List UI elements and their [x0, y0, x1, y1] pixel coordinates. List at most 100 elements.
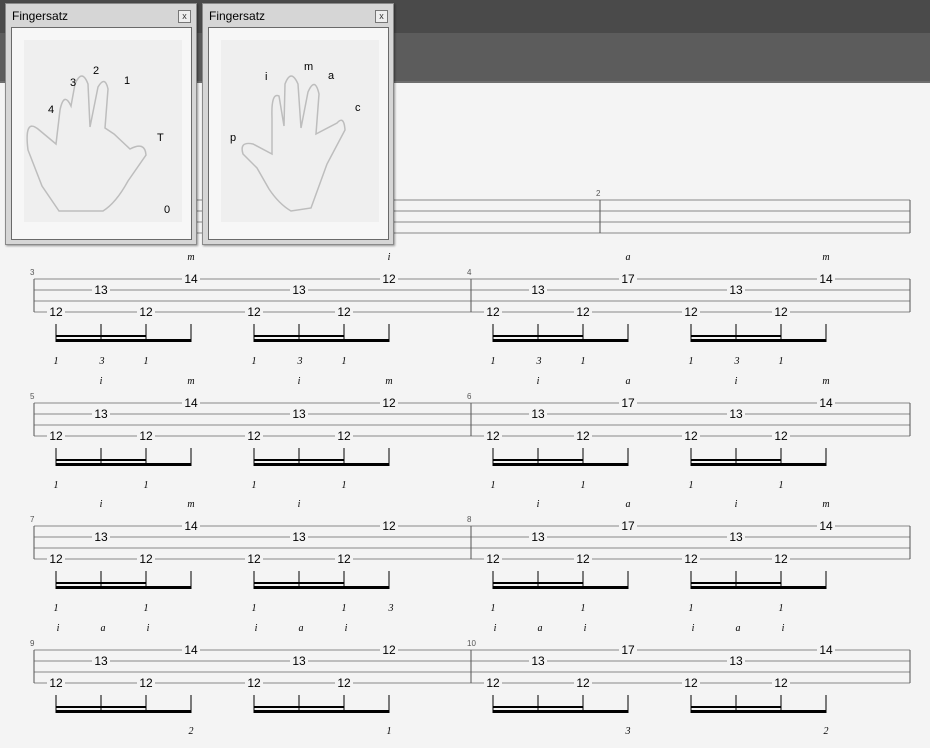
fret-number: 13 — [94, 654, 108, 668]
right-hand-finger: i — [298, 376, 301, 387]
fret-number: 12 — [49, 676, 63, 690]
left-hand-finger: 1 — [252, 480, 257, 491]
finger-label: 0 — [164, 204, 171, 216]
fret-number: 12 — [247, 552, 261, 566]
fret-number: 12 — [382, 396, 396, 410]
finger-label: i — [265, 71, 268, 83]
beam — [254, 582, 344, 584]
right-hand-finger: i — [782, 623, 785, 634]
beam — [493, 339, 628, 342]
beam — [56, 339, 191, 342]
beam — [56, 710, 191, 713]
beam — [493, 335, 583, 337]
fret-number: 12 — [684, 305, 698, 319]
beam — [493, 582, 583, 584]
panel-title: Fingersatz — [209, 9, 266, 23]
measure-number: 2 — [596, 189, 601, 198]
right-hand-finger: i — [345, 623, 348, 634]
fret-number: 13 — [531, 283, 545, 297]
measure-number: 4 — [467, 268, 472, 277]
beam — [691, 710, 826, 713]
fret-number: 12 — [49, 429, 63, 443]
left-hand-finger: 1 — [54, 356, 59, 367]
left-hand-finger: 1 — [581, 356, 586, 367]
fret-number: 12 — [247, 305, 261, 319]
right-hand-finger: i — [735, 499, 738, 510]
fret-number: 12 — [576, 676, 590, 690]
fret-number: 12 — [774, 305, 788, 319]
right-hand-finger: m — [822, 252, 829, 263]
right-hand-finger: i — [100, 499, 103, 510]
measure-number: 10 — [467, 639, 476, 648]
fret-number: 12 — [486, 676, 500, 690]
fret-number: 12 — [139, 552, 153, 566]
fret-number: 13 — [729, 654, 743, 668]
close-icon[interactable]: x — [178, 10, 191, 23]
beam — [493, 710, 628, 713]
measure-number: 9 — [30, 639, 35, 648]
beam — [56, 463, 191, 466]
fret-number: 13 — [94, 407, 108, 421]
left-hand-finger: 1 — [779, 603, 784, 614]
right-hand-finger: i — [298, 499, 301, 510]
measure-number: 6 — [467, 392, 472, 401]
fingering-panel-left-hand[interactable]: Fingersatz x 4 3 2 1 T 0 — [5, 3, 197, 245]
fret-number: 13 — [94, 530, 108, 544]
fret-number: 12 — [382, 519, 396, 533]
left-hand-finger: 3 — [734, 356, 740, 367]
left-hand-finger: 1 — [491, 603, 496, 614]
fret-number: 14 — [819, 519, 833, 533]
right-hand-finger: i — [57, 623, 60, 634]
beam — [56, 582, 146, 584]
fret-number: 12 — [684, 552, 698, 566]
fret-number: 13 — [531, 530, 545, 544]
left-hand-finger: 1 — [342, 603, 347, 614]
beam — [56, 459, 146, 461]
fingering-panel-right-hand[interactable]: Fingersatz x p i m a c — [202, 3, 394, 245]
beam — [493, 586, 628, 589]
fret-number: 14 — [184, 519, 198, 533]
left-hand-finger: 1 — [144, 356, 149, 367]
fret-number: 12 — [49, 305, 63, 319]
fret-number: 12 — [486, 552, 500, 566]
left-hand-finger: 2 — [189, 726, 194, 737]
close-icon[interactable]: x — [375, 10, 388, 23]
beam — [691, 582, 781, 584]
left-hand-finger: 1 — [581, 480, 586, 491]
left-hand-finger: 3 — [536, 356, 542, 367]
fret-number: 12 — [382, 272, 396, 286]
left-hand-finger: 1 — [689, 603, 694, 614]
fret-number: 12 — [139, 676, 153, 690]
right-hand-finger: i — [100, 376, 103, 387]
fret-number: 12 — [576, 429, 590, 443]
right-hand-finger: a — [736, 623, 741, 634]
fret-number: 13 — [292, 283, 306, 297]
left-hand-finger: 1 — [491, 480, 496, 491]
right-hand-finger: a — [626, 252, 631, 263]
left-hand-finger: 3 — [99, 356, 105, 367]
left-hand-finger: 1 — [252, 603, 257, 614]
fret-number: 12 — [774, 429, 788, 443]
measure-number: 7 — [30, 515, 35, 524]
right-hand-finger: i — [692, 623, 695, 634]
right-hand-finger: m — [187, 252, 194, 263]
fret-number: 14 — [819, 272, 833, 286]
fret-number: 13 — [531, 407, 545, 421]
finger-label: 4 — [48, 104, 55, 116]
hand-diagram: p i m a c — [208, 27, 389, 240]
left-hand-finger: 3 — [625, 726, 631, 737]
finger-label: p — [230, 132, 237, 144]
fret-number: 12 — [337, 429, 351, 443]
right-hand-finger: i — [494, 623, 497, 634]
left-hand-finger: 1 — [252, 356, 257, 367]
fret-number: 13 — [729, 407, 743, 421]
right-hand-finger: m — [187, 499, 194, 510]
beam — [254, 335, 344, 337]
panel-title: Fingersatz — [12, 9, 69, 23]
beam — [691, 586, 826, 589]
fret-number: 12 — [337, 305, 351, 319]
measure-number: 3 — [30, 268, 35, 277]
left-hand-finger: 1 — [54, 603, 59, 614]
beam — [691, 335, 781, 337]
measure-number: 8 — [467, 515, 472, 524]
